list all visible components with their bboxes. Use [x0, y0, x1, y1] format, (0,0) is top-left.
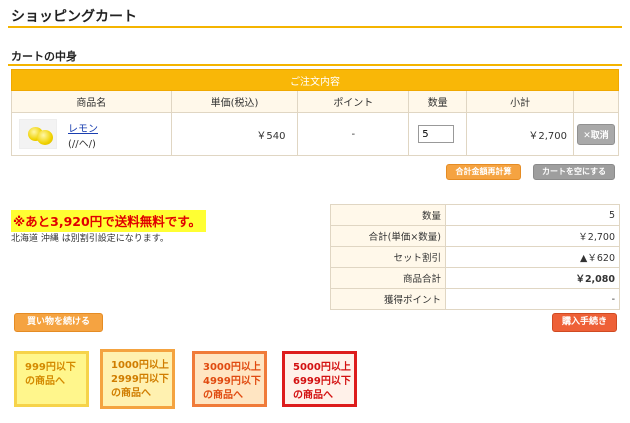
summary-row-points: 獲得ポイント - — [330, 288, 620, 310]
col-header-subtotal: 小計 — [466, 90, 575, 113]
price-range-link-under-999[interactable]: 999円以下 の商品へ — [14, 351, 89, 407]
unit-price: ￥540 — [170, 112, 299, 156]
price-range-line: 1000円以上 — [111, 360, 169, 371]
price-range-line: の商品へ — [293, 390, 333, 401]
summary-label: 数量 — [330, 204, 446, 226]
subtotal-value: ￥2,700 — [466, 112, 575, 156]
lemon-fruit-icon — [37, 130, 53, 145]
summary-table: 数量 5 合計(単価×数量) ￥2,700 セット割引 ▲￥620 商品合計 ￥… — [330, 204, 620, 310]
price-range-line: の商品へ — [203, 390, 243, 401]
summary-row-set-discount: セット割引 ▲￥620 — [330, 246, 620, 268]
title-divider — [8, 26, 622, 28]
col-header-unit-price: 単価(税込) — [170, 90, 299, 113]
price-range-line: 3000円以上 — [203, 362, 261, 373]
price-range-line: 2999円以下 — [111, 374, 169, 385]
col-header-name: 商品名 — [11, 90, 172, 113]
cart-table-caption: ご注文内容 — [11, 69, 619, 91]
summary-row-total: 合計(単価×数量) ￥2,700 — [330, 225, 620, 247]
summary-row-product-total: 商品合計 ￥2,080 — [330, 267, 620, 289]
product-spec: (//ヘ/) — [68, 139, 96, 150]
free-shipping-banner: ※あと3,920円で送料無料です。 — [11, 210, 206, 232]
col-header-quantity: 数量 — [408, 90, 468, 113]
price-range-line: 4999円以下 — [203, 376, 261, 387]
page-title: ショッピングカート — [11, 9, 137, 25]
quantity-input[interactable] — [418, 125, 455, 143]
summary-value: - — [445, 288, 620, 310]
product-cell: レモン (//ヘ/) — [11, 112, 172, 156]
price-range-line: 5000円以上 — [293, 362, 351, 373]
price-range-line: の商品へ — [25, 376, 65, 387]
product-name-link[interactable]: レモン — [68, 120, 98, 135]
summary-row-quantity: 数量 5 — [330, 204, 620, 226]
summary-value: 5 — [445, 204, 620, 226]
col-header-remove — [573, 90, 619, 113]
summary-label: セット割引 — [330, 246, 446, 268]
checkout-button[interactable]: 購入手続き — [552, 313, 617, 332]
recalculate-button[interactable]: 合計金額再計算 — [446, 164, 521, 180]
table-row: レモン (//ヘ/) ￥540 - ￥2,700 ✕取消 — [11, 112, 619, 156]
quantity-cell — [408, 112, 468, 156]
cart-table-header-row: 商品名 単価(税込) ポイント 数量 小計 — [11, 90, 619, 113]
price-range-link-3000-4999[interactable]: 3000円以上 4999円以下 の商品へ — [192, 351, 267, 407]
continue-shopping-button[interactable]: 買い物を続ける — [14, 313, 103, 332]
price-range-link-5000-6999[interactable]: 5000円以上 6999円以下 の商品へ — [282, 351, 357, 407]
summary-value: ￥2,700 — [445, 225, 620, 247]
price-range-line: 999円以下 — [25, 362, 76, 373]
summary-value: ￥2,080 — [445, 267, 620, 289]
summary-label: 獲得ポイント — [330, 288, 446, 310]
remove-item-button[interactable]: ✕取消 — [577, 123, 615, 145]
empty-cart-button[interactable]: カートを空にする — [533, 164, 615, 180]
summary-label: 商品合計 — [330, 267, 446, 289]
price-range-link-1000-2999[interactable]: 1000円以上 2999円以下 の商品へ — [100, 349, 175, 409]
point-value: - — [297, 112, 410, 156]
col-header-point: ポイント — [297, 90, 410, 113]
cart-table-caption-row: ご注文内容 — [11, 69, 619, 91]
summary-label: 合計(単価×数量) — [330, 225, 446, 247]
remove-cell: ✕取消 — [573, 112, 619, 156]
section-divider — [8, 64, 622, 66]
cart-table: ご注文内容 商品名 単価(税込) ポイント 数量 小計 レモン (//ヘ/) ￥… — [11, 69, 619, 156]
price-range-line: 6999円以下 — [293, 376, 351, 387]
price-range-line: の商品へ — [111, 388, 151, 399]
cart-section-title: カートの中身 — [11, 50, 77, 63]
shipping-note: 北海道 沖縄 は別割引設定になります。 — [11, 234, 169, 244]
lemon-image[interactable] — [19, 119, 57, 149]
summary-value: ▲￥620 — [445, 246, 620, 268]
